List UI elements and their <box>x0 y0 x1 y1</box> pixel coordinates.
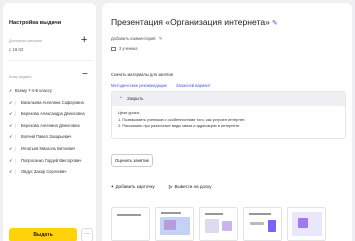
lesson-panel: Презентация «Организация интернета» ✎ Доб… <box>102 3 352 241</box>
slide-thumbnail[interactable] <box>243 207 282 241</box>
divider <box>7 60 92 61</box>
more-options-button[interactable]: ··· <box>81 228 93 241</box>
assignee-item[interactable]: ✓ | Игнатьев Михаэль Витоевич <box>9 146 89 153</box>
materials-links: Методические рекомендации Запасной вариа… <box>111 83 219 88</box>
assignee-item[interactable]: ✓ Всему 7-л-Б классу <box>9 88 89 95</box>
slide-thumbnail[interactable] <box>111 207 150 241</box>
add-card-button[interactable]: + Добавить карточку <box>111 184 155 189</box>
page-title: Презентация «Организация интернета» ✎ <box>111 17 278 27</box>
goals-heading: Цели урока: <box>118 110 140 115</box>
assignee-item[interactable]: ✓ | Волчий Павел Захарьевич <box>9 134 89 141</box>
assignee-list: ✓ Всему 7-л-Б классу ✓ | Васильева Ангелина… <box>9 88 89 181</box>
assignee-item[interactable]: ✓ | Березова Александра Денисовна <box>9 111 89 118</box>
available-date[interactable]: с 19.02 <box>9 47 23 52</box>
assignee-item[interactable]: ✓ | Овдус Захар Сергеевич <box>9 169 89 176</box>
pencil-icon[interactable]: ✎ <box>272 20 278 27</box>
assignee-item[interactable]: ✓ | Васильева Ангелина Саферовна <box>9 100 89 107</box>
settings-title: Настройка выдачи <box>9 20 62 26</box>
assign-to-label: Кому выдать <box>9 75 32 79</box>
slide-thumbnail[interactable] <box>155 207 194 241</box>
backup-variant-link[interactable]: Запасной вариант <box>176 83 211 88</box>
settings-panel: Настройка выдачи Доступны начиная + с 19… <box>3 3 96 241</box>
add-comment-link[interactable]: Добавить комментарий ✎ <box>111 36 163 42</box>
add-date-button[interactable]: + <box>81 35 87 46</box>
materials-label: Скачать материалы для занятия <box>111 72 174 77</box>
methodology-link[interactable]: Методические рекомендации <box>111 83 167 88</box>
chevron-up-icon: ⌃ <box>119 96 123 101</box>
play-icon: ▷ <box>169 184 173 189</box>
assignee-item[interactable]: ✓ | Попросанко Гордей Викторович <box>9 158 89 165</box>
plus-icon: + <box>111 184 114 189</box>
slide-thumbnail[interactable] <box>199 207 238 241</box>
assignee-item[interactable]: ✓ | Березова Ангелина Денисовна <box>9 123 89 130</box>
show-on-board-button[interactable]: ▷ Вывести на доску <box>169 184 212 189</box>
slide-thumbnails <box>111 207 351 241</box>
slide-thumbnail[interactable] <box>287 207 326 241</box>
available-from-label: Доступны начиная <box>9 39 42 43</box>
accordion-toggle[interactable]: ⌃ Закрыть <box>112 92 345 106</box>
goal-line: 1. Познакомить учеников с особенностями … <box>118 116 246 122</box>
lesson-goals-accordion: ⌃ Закрыть Цели урока: 1. Познакомить учен… <box>111 91 346 139</box>
evaluate-lesson-button[interactable]: Оценить занятие <box>111 154 153 167</box>
assignee-count: 3 ученика <box>111 46 138 51</box>
accordion-body: Цели урока: 1. Познакомить учеников с ос… <box>112 106 345 134</box>
issue-button[interactable]: Выдать <box>9 228 77 241</box>
users-icon <box>111 46 116 51</box>
card-actions: + Добавить карточку ▷ Вывести на доску <box>111 184 225 190</box>
pencil-icon: ✎ <box>157 36 163 41</box>
goal-line: 2. Рассказать про различные виды связи и… <box>118 123 241 129</box>
collapse-assignees-button[interactable]: − <box>82 70 88 80</box>
